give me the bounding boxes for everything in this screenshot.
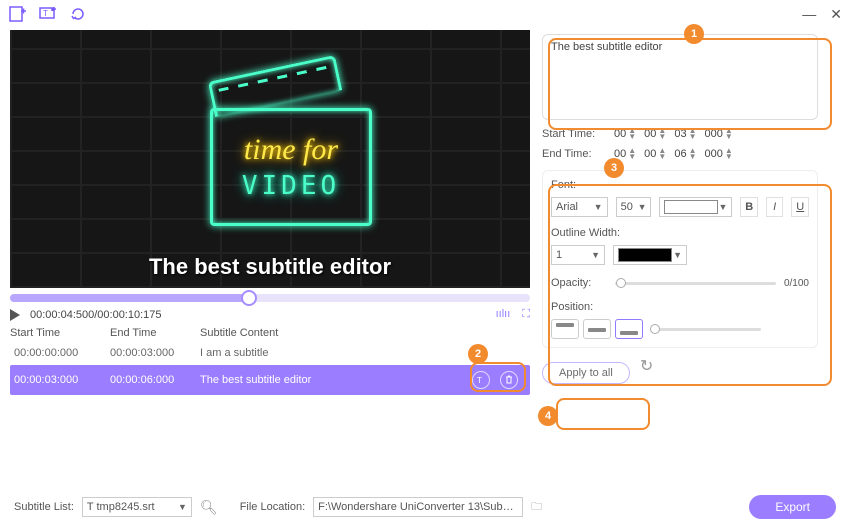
position-bottom[interactable]	[615, 319, 643, 339]
timeline-scrubber[interactable]	[10, 294, 530, 302]
neon-text-line1: time for	[244, 133, 338, 167]
start-ms-spinner[interactable]: 000▲▼	[705, 128, 733, 140]
col-header-content: Subtitle Content	[200, 327, 530, 339]
subtitle-row-selected[interactable]: 00:00:03:000 00:00:06:000 The best subti…	[10, 365, 530, 395]
neon-text-line2: VIDEO	[242, 171, 340, 201]
footer: Subtitle List: T tmp8245.srt▼ 🔍︎ File Lo…	[0, 486, 850, 528]
end-ms-spinner[interactable]: 000▲▼	[705, 148, 733, 160]
outline-label: Outline Width:	[551, 227, 809, 239]
close-button[interactable]: ✕	[830, 6, 842, 23]
add-subtitle-icon[interactable]: T	[38, 4, 58, 24]
position-label: Position:	[551, 301, 809, 313]
browse-folder-icon[interactable]: 🗀	[531, 498, 542, 517]
refresh-icon[interactable]	[68, 4, 88, 24]
row-delete-icon[interactable]	[500, 371, 518, 389]
waveform-icon[interactable]: ıılıı	[496, 308, 511, 321]
titlebar: T — ✕	[0, 0, 850, 28]
subtitle-overlay: The best subtitle editor	[10, 254, 530, 280]
col-header-end: End Time	[110, 327, 200, 339]
position-middle[interactable]	[583, 319, 611, 339]
export-button[interactable]: Export	[749, 495, 836, 519]
video-preview: time for VIDEO The best subtitle editor	[10, 30, 530, 288]
file-location-field[interactable]: F:\Wondershare UniConverter 13\SubEdi	[313, 497, 523, 517]
start-hour-spinner[interactable]: 00▲▼	[614, 128, 636, 140]
font-label: Font:	[551, 179, 809, 191]
subtitle-list-label: Subtitle List:	[14, 501, 74, 513]
end-hour-spinner[interactable]: 00▲▼	[614, 148, 636, 160]
position-top[interactable]	[551, 319, 579, 339]
outline-width-select[interactable]: 1▼	[551, 245, 605, 265]
add-file-icon[interactable]	[8, 4, 28, 24]
subtitle-text-input[interactable]: The best subtitle editor	[542, 34, 818, 120]
start-min-spinner[interactable]: 00▲▼	[644, 128, 666, 140]
minimize-button[interactable]: —	[802, 6, 816, 23]
row-edit-icon[interactable]: T	[472, 371, 490, 389]
subtitle-row[interactable]: 00:00:00:000 00:00:03:000 I am a subtitl…	[10, 341, 530, 365]
font-color-select[interactable]: ▼	[659, 197, 732, 217]
svg-text:T: T	[43, 9, 48, 18]
font-panel: Font: Arial▼ 50▼ ▼ B I U Outline Width: …	[542, 170, 818, 348]
underline-button[interactable]: U	[791, 197, 809, 217]
end-min-spinner[interactable]: 00▲▼	[644, 148, 666, 160]
play-button[interactable]	[10, 309, 20, 321]
start-time-label: Start Time:	[542, 128, 614, 140]
fullscreen-icon[interactable]: ⛶	[522, 308, 530, 321]
apply-to-all-button[interactable]: Apply to all	[542, 362, 630, 384]
end-sec-spinner[interactable]: 06▲▼	[674, 148, 696, 160]
opacity-label: Opacity:	[551, 277, 607, 289]
opacity-value: 0/100	[784, 278, 809, 289]
subtitle-table-header: Start Time End Time Subtitle Content	[10, 325, 530, 341]
reset-icon[interactable]: ↻	[640, 356, 653, 376]
start-sec-spinner[interactable]: 03▲▼	[674, 128, 696, 140]
position-slider[interactable]	[651, 328, 761, 331]
bold-button[interactable]: B	[740, 197, 758, 217]
outline-color-select[interactable]: ▼	[613, 245, 687, 265]
font-family-select[interactable]: Arial▼	[551, 197, 608, 217]
italic-button[interactable]: I	[766, 197, 784, 217]
font-size-select[interactable]: 50▼	[616, 197, 652, 217]
svg-text:T: T	[477, 376, 482, 385]
col-header-start: Start Time	[10, 327, 110, 339]
search-icon[interactable]: 🔍︎	[200, 499, 218, 516]
time-display: 00:00:04:500/00:00:10:175	[30, 309, 162, 321]
opacity-slider[interactable]	[615, 282, 776, 285]
end-time-label: End Time:	[542, 148, 614, 160]
subtitle-file-select[interactable]: T tmp8245.srt▼	[82, 497, 192, 517]
file-location-label: File Location:	[240, 501, 305, 513]
